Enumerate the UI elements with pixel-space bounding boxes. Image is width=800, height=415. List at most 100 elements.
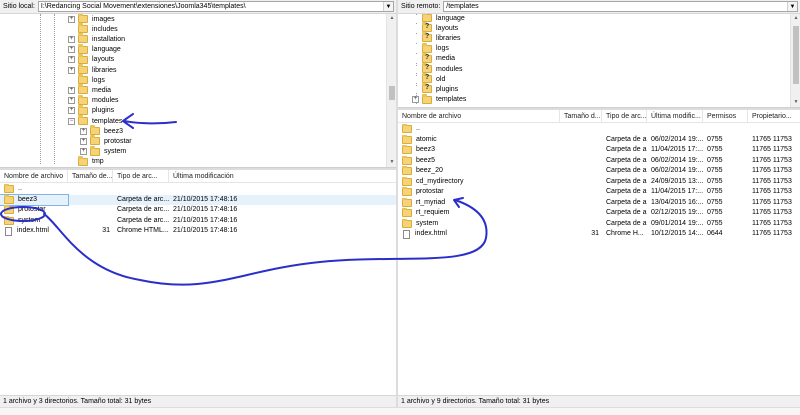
chevron-down-icon[interactable]: ▼	[787, 2, 797, 11]
file-row-rt_myriad[interactable]: rt_myriad Carpeta de ar... 13/04/2015 16:.…	[398, 197, 800, 208]
tree-item-media[interactable]: media	[412, 52, 455, 64]
tree-item-libraries[interactable]: libraries	[412, 32, 461, 43]
tree-item-label: layouts	[92, 56, 115, 64]
file-row-rt_requiem[interactable]: rt_requiem Carpeta de ar... 02/12/2015 19:…	[398, 208, 800, 218]
expand-icon[interactable]: +	[80, 127, 87, 135]
tree-item-label: language	[436, 14, 465, 22]
file-row-index.html[interactable]: index.html 31 Chrome H... 10/12/2015 14:...…	[398, 229, 800, 239]
column-header-name[interactable]: Nombre de archivo	[0, 170, 68, 183]
local-horizontal-splitter[interactable]	[0, 168, 396, 170]
chevron-down-icon[interactable]: ▼	[383, 2, 393, 11]
scroll-up-icon[interactable]: ▲	[791, 14, 800, 23]
expand-icon[interactable]: +	[68, 46, 75, 54]
expand-icon[interactable]: +	[68, 107, 75, 115]
scroll-thumb[interactable]	[793, 26, 799, 84]
column-header-name[interactable]: Nombre de archivo	[398, 110, 560, 123]
cell-size	[560, 208, 602, 218]
cell-owner: 11765 11753	[748, 229, 800, 239]
file-row-beez5[interactable]: beez5 Carpeta de ar... 06/02/2014 19:... 07…	[398, 155, 800, 166]
tree-item-logs[interactable]: logs	[412, 42, 449, 54]
expand-icon[interactable]: +	[68, 97, 75, 105]
file-row-..[interactable]: ..	[398, 124, 800, 134]
expand-icon[interactable]: +	[68, 66, 75, 74]
expand-icon[interactable]: +	[68, 35, 75, 43]
cell-text: ..	[416, 125, 420, 132]
scroll-thumb[interactable]	[389, 86, 395, 100]
tree-item-plugins[interactable]: plugins	[412, 83, 458, 94]
tree-item-protostar[interactable]: + protostar	[80, 135, 132, 146]
column-header-modified[interactable]: Última modificación	[169, 170, 396, 183]
tree-item-media[interactable]: + media	[68, 84, 112, 95]
cell-name: system	[0, 215, 68, 226]
file-row-protostar[interactable]: protostar Carpeta de arc... 21/10/2015 17:…	[0, 205, 396, 215]
tree-item-language[interactable]: + language	[68, 43, 121, 55]
column-header-modified[interactable]: Última modific...	[647, 110, 703, 123]
cell-modified: 06/02/2014 19:...	[647, 166, 703, 176]
expand-icon[interactable]: +	[412, 96, 419, 104]
cell-name: ..	[398, 124, 560, 134]
scroll-down-icon[interactable]: ▼	[387, 158, 396, 167]
tree-item-libraries[interactable]: + libraries	[68, 64, 117, 75]
file-row-protostar[interactable]: protostar Carpeta de ar... 11/04/2015 17:.…	[398, 187, 800, 197]
cell-size	[68, 195, 113, 205]
tree-item-layouts[interactable]: + layouts	[68, 53, 115, 65]
tree-item-tmp[interactable]: tmp	[68, 155, 104, 167]
cell-text: 11765 11753	[752, 135, 792, 143]
tree-item-old[interactable]: old	[412, 73, 445, 84]
expand-icon[interactable]: +	[80, 148, 87, 156]
spacer	[68, 76, 75, 84]
tree-item-plugins[interactable]: + plugins	[68, 104, 114, 116]
file-row-..[interactable]: ..	[0, 184, 396, 194]
vertical-splitter[interactable]	[396, 0, 398, 407]
tree-item-modules[interactable]: + modules	[68, 94, 118, 106]
local-tree-scrollbar[interactable]: ▲ ▼	[386, 14, 396, 167]
tree-item-images[interactable]: + images	[68, 14, 115, 24]
column-header-permissions[interactable]: Permisos	[703, 110, 748, 123]
remote-horizontal-splitter[interactable]	[398, 108, 800, 110]
file-row-atomic[interactable]: atomic Carpeta de ar... 06/02/2014 19:... 0…	[398, 134, 800, 145]
column-header-owner[interactable]: Propietario...	[748, 110, 800, 123]
local-path-combo[interactable]: I:\Redancing Social Movement\extensiones…	[37, 1, 394, 12]
file-row-beez_20[interactable]: beez_20 Carpeta de ar... 06/02/2014 19:...…	[398, 166, 800, 176]
remote-directory-tree: ▲ ▼ language layouts libraries logs media mod…	[398, 14, 800, 108]
cell-text: beez5	[416, 156, 436, 164]
cell-text: 11765 11753	[752, 156, 792, 164]
expand-icon[interactable]: +	[68, 86, 75, 94]
cell-text: 11765 11753	[752, 146, 792, 153]
remote-tree-scrollbar[interactable]: ▲ ▼	[790, 14, 800, 107]
remote-path-combo[interactable]: /templates ▼	[443, 1, 798, 12]
tree-item-beez3[interactable]: + beez3	[80, 125, 123, 136]
cell-type: Carpeta de ar...	[602, 135, 647, 145]
column-header-size[interactable]: Tamaño de...	[68, 170, 113, 183]
local-directory-tree: ▲ ▼ + images includes + installation + languag…	[0, 14, 396, 168]
file-row-cd_mydirectory[interactable]: cd_mydirectory Carpeta de ar... 24/09/2015…	[398, 176, 800, 187]
file-row-system[interactable]: system Carpeta de ar... 09/01/2014 19:... 0…	[398, 218, 800, 229]
tree-item-templates[interactable]: + templates	[412, 93, 466, 105]
expand-icon[interactable]: +	[68, 56, 75, 64]
tree-item-modules[interactable]: modules	[412, 63, 462, 74]
column-header-type[interactable]: Tipo de arc...	[113, 170, 169, 183]
cell-text: Carpeta de arc...	[117, 195, 169, 203]
expand-icon[interactable]: +	[80, 137, 87, 145]
column-header-type[interactable]: Tipo de arc...	[602, 110, 647, 123]
file-row-index.html[interactable]: index.html 31 Chrome HTML... 21/10/2015 17:…	[0, 226, 396, 236]
tree-item-layouts[interactable]: layouts	[412, 22, 458, 33]
column-header-size[interactable]: Tamaño d...	[560, 110, 602, 123]
scroll-up-icon[interactable]: ▲	[387, 14, 396, 23]
tree-item-label: media	[92, 86, 112, 94]
file-row-beez3[interactable]: beez3 Carpeta de arc... 21/10/2015 17:48:1…	[0, 193, 396, 206]
cell-text: beez_20	[416, 167, 443, 174]
tree-item-includes[interactable]: includes	[68, 23, 118, 34]
tree-item-templates[interactable]: − templates	[68, 115, 122, 126]
file-row-system[interactable]: system Carpeta de arc... 21/10/2015 17:48:…	[0, 215, 396, 226]
collapse-icon[interactable]: −	[68, 117, 75, 125]
tree-item-language[interactable]: language	[412, 14, 465, 23]
expand-icon[interactable]: +	[68, 15, 75, 23]
file-row-beez3[interactable]: beez3 Carpeta de ar... 11/04/2015 17:... 07…	[398, 145, 800, 155]
tree-item-system[interactable]: + system	[80, 145, 126, 157]
scroll-down-icon[interactable]: ▼	[791, 98, 800, 107]
tree-item-logs[interactable]: logs	[68, 74, 105, 85]
tree-item-installation[interactable]: + installation	[68, 33, 125, 44]
cell-owner: 11765 11753	[748, 166, 800, 176]
cell-modified: 11/04/2015 17:...	[647, 187, 703, 197]
